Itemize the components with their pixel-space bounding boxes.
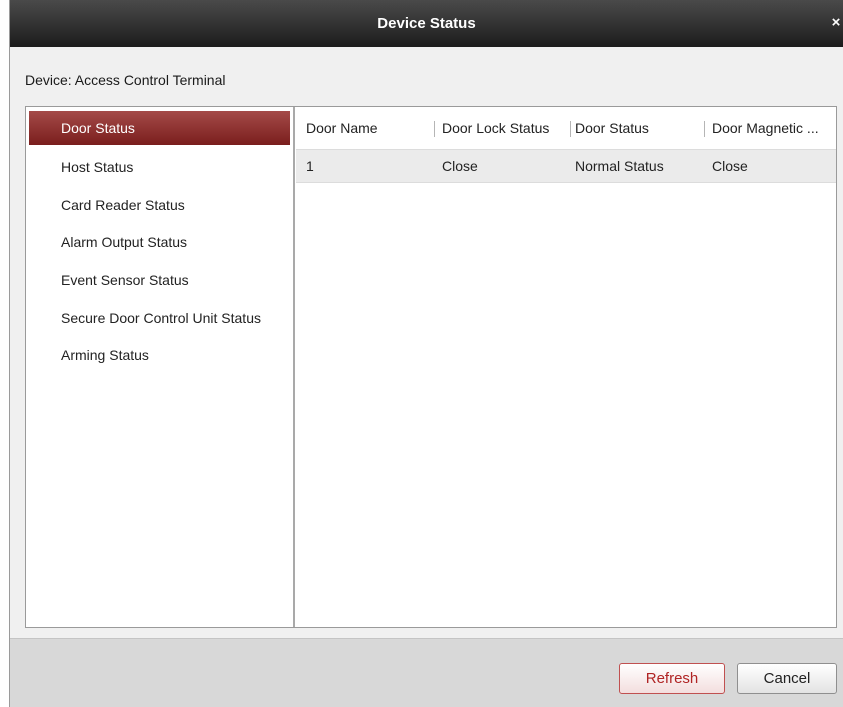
- sidebar-item-label: Card Reader Status: [61, 197, 185, 213]
- table-header: Door Name Door Lock Status Door Status D…: [296, 107, 836, 149]
- column-header-door-name[interactable]: Door Name: [306, 107, 378, 149]
- column-divider[interactable]: [704, 121, 705, 137]
- sidebar-item-label: Secure Door Control Unit Status: [61, 310, 261, 326]
- sidebar-item-arming-status[interactable]: Arming Status: [29, 338, 290, 372]
- sidebar-item-secure-door-control-unit-status[interactable]: Secure Door Control Unit Status: [29, 301, 290, 335]
- door-status-table: Door Name Door Lock Status Door Status D…: [296, 107, 836, 627]
- sidebar-item-label: Door Status: [61, 120, 135, 136]
- close-icon[interactable]: ×: [829, 13, 843, 33]
- refresh-button[interactable]: Refresh: [619, 663, 725, 694]
- sidebar-item-alarm-output-status[interactable]: Alarm Output Status: [29, 225, 290, 259]
- dialog-footer: Refresh Cancel: [10, 638, 843, 707]
- table-row[interactable]: 1 Close Normal Status Close: [296, 149, 836, 183]
- cell-door-name: 1: [306, 158, 314, 174]
- cell-door-lock-status: Close: [442, 158, 478, 174]
- sidebar-item-label: Arming Status: [61, 347, 149, 363]
- sidebar-item-label: Host Status: [61, 159, 134, 175]
- cell-door-magnetic: Close: [712, 158, 748, 174]
- column-header-door-status[interactable]: Door Status: [575, 107, 649, 149]
- dialog-title: Device Status: [377, 15, 476, 32]
- cancel-button[interactable]: Cancel: [737, 663, 837, 694]
- sidebar-item-event-sensor-status[interactable]: Event Sensor Status: [29, 263, 290, 297]
- title-bar: Device Status ×: [10, 0, 843, 47]
- sidebar-item-card-reader-status[interactable]: Card Reader Status: [29, 188, 290, 222]
- cell-door-status: Normal Status: [575, 158, 664, 174]
- status-category-list: Door Status Host Status Card Reader Stat…: [26, 107, 295, 627]
- content-panel: Door Status Host Status Card Reader Stat…: [25, 106, 837, 628]
- column-divider[interactable]: [570, 121, 571, 137]
- sidebar-item-door-status[interactable]: Door Status: [29, 111, 290, 145]
- column-header-door-lock-status[interactable]: Door Lock Status: [442, 107, 549, 149]
- device-label: Device: Access Control Terminal: [25, 72, 226, 88]
- sidebar-item-label: Event Sensor Status: [61, 272, 189, 288]
- sidebar-item-label: Alarm Output Status: [61, 234, 188, 250]
- sidebar-item-host-status[interactable]: Host Status: [29, 150, 290, 184]
- device-status-dialog: Device Status × Device: Access Control T…: [9, 0, 843, 707]
- column-divider[interactable]: [434, 121, 435, 137]
- column-header-door-magnetic[interactable]: Door Magnetic ...: [712, 107, 819, 149]
